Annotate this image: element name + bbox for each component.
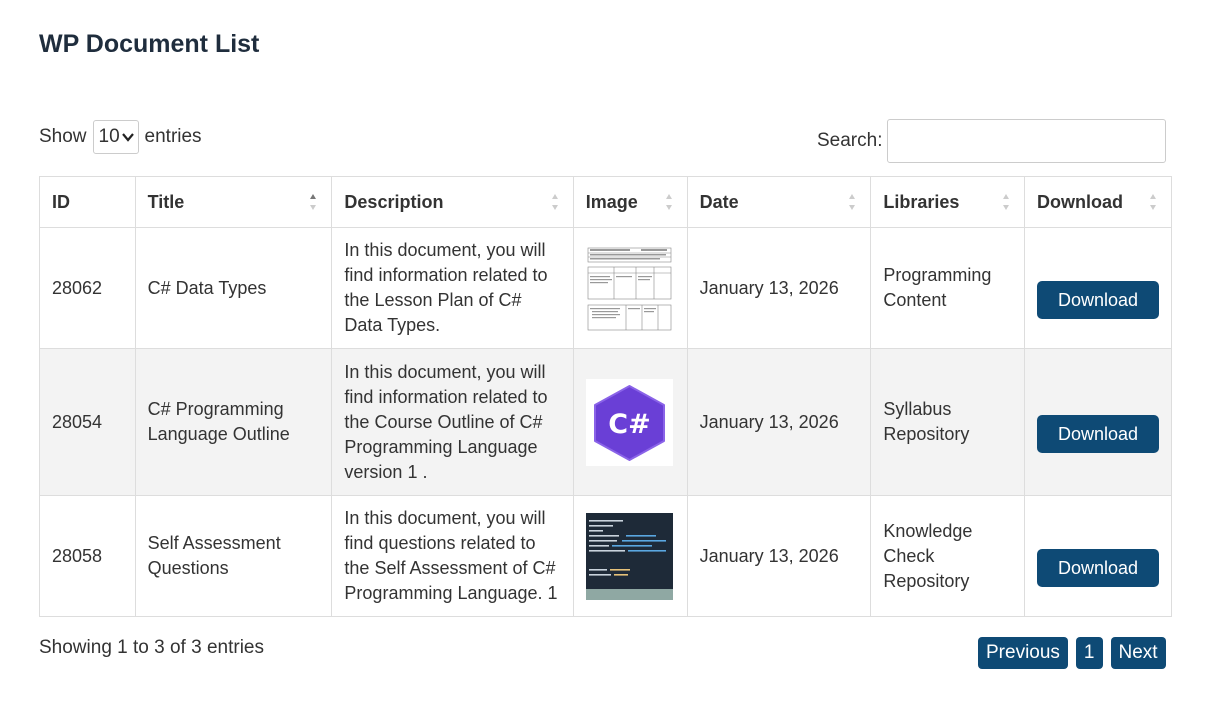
column-header-label: Libraries — [883, 191, 960, 212]
pagination: Previous 1 Next — [978, 637, 1166, 669]
column-header-label: Title — [147, 191, 185, 212]
cell-id: 28058 — [39, 495, 136, 617]
column-header-title[interactable]: Title — [134, 176, 333, 228]
column-header-label: Image — [585, 191, 638, 212]
table-header-row: ID Title Description Image Date Librarie… — [39, 176, 1172, 228]
cell-date: January 13, 2026 — [686, 495, 872, 617]
cell-title: Self Assessment Questions — [134, 495, 333, 617]
sort-icon — [551, 194, 558, 210]
cell-download: Download — [1024, 227, 1172, 349]
sort-icon — [1003, 194, 1009, 210]
cell-image: C# — [572, 348, 688, 496]
code-editor-thumbnail — [585, 512, 673, 600]
cell-libraries: Programming Content — [870, 227, 1025, 349]
sort-ascending-icon — [310, 194, 317, 210]
column-header-description[interactable]: Description — [331, 176, 574, 228]
table-row: 28058 Self Assessment Questions In this … — [39, 495, 1172, 617]
previous-page-button[interactable]: Previous — [978, 637, 1068, 669]
table-info: Showing 1 to 3 of 3 entries — [39, 637, 264, 658]
cell-id: 28054 — [39, 348, 136, 496]
lesson-plan-document-thumbnail — [585, 244, 673, 332]
column-header-image[interactable]: Image — [572, 176, 688, 228]
cell-title: C# Data Types — [134, 227, 333, 349]
download-button[interactable]: Download — [1037, 549, 1159, 587]
page-1-button[interactable]: 1 — [1075, 637, 1103, 669]
cell-download: Download — [1024, 495, 1172, 617]
cell-id: 28062 — [39, 227, 136, 349]
column-header-label: ID — [52, 191, 70, 212]
csharp-logo-text: C# — [608, 409, 650, 440]
cell-libraries: Knowledge Check Repository — [870, 495, 1025, 617]
column-header-label: Download — [1037, 191, 1123, 212]
cell-download: Download — [1024, 348, 1172, 496]
page-length-value: 10 — [98, 126, 120, 147]
page-title: WP Document List — [39, 30, 260, 58]
csharp-logo-thumbnail: C# — [585, 378, 673, 466]
document-list-page: WP Document List Show 10 entries Search:… — [0, 0, 1208, 722]
download-button[interactable]: Download — [1037, 281, 1159, 319]
column-header-label: Date — [699, 191, 739, 212]
column-header-libraries[interactable]: Libraries — [870, 176, 1025, 228]
column-header-id[interactable]: ID — [39, 176, 136, 228]
sort-icon — [1150, 194, 1156, 210]
column-header-date[interactable]: Date — [686, 176, 872, 228]
search-label: Search: — [817, 130, 883, 151]
table-row: 28054 C# Programming Language Outline In… — [39, 348, 1172, 496]
chevron-down-icon — [121, 133, 134, 142]
search-control: Search: — [817, 119, 1167, 163]
documents-table: ID Title Description Image Date Librarie… — [39, 176, 1172, 617]
cell-image — [572, 495, 688, 617]
cell-image — [572, 227, 688, 349]
cell-date: January 13, 2026 — [686, 227, 872, 349]
cell-title: C# Programming Language Outline — [134, 348, 333, 496]
sort-icon — [849, 194, 856, 210]
column-header-download[interactable]: Download — [1024, 176, 1172, 228]
show-label: Show — [39, 126, 87, 147]
cell-description: In this document, you will find informat… — [331, 227, 574, 349]
cell-description: In this document, you will find informat… — [331, 348, 574, 496]
next-page-button[interactable]: Next — [1110, 637, 1166, 669]
page-length-control: Show 10 entries — [39, 119, 202, 155]
entries-label: entries — [144, 126, 202, 147]
search-input[interactable] — [887, 119, 1167, 163]
page-length-select[interactable]: 10 — [92, 120, 139, 154]
column-header-label: Description — [344, 191, 444, 212]
table-row: 28062 C# Data Types In this document, yo… — [39, 227, 1172, 349]
sort-icon — [665, 194, 672, 210]
cell-libraries: Syllabus Repository — [870, 348, 1025, 496]
cell-description: In this document, you will find question… — [331, 495, 574, 617]
cell-date: January 13, 2026 — [686, 348, 872, 496]
download-button[interactable]: Download — [1037, 415, 1159, 453]
